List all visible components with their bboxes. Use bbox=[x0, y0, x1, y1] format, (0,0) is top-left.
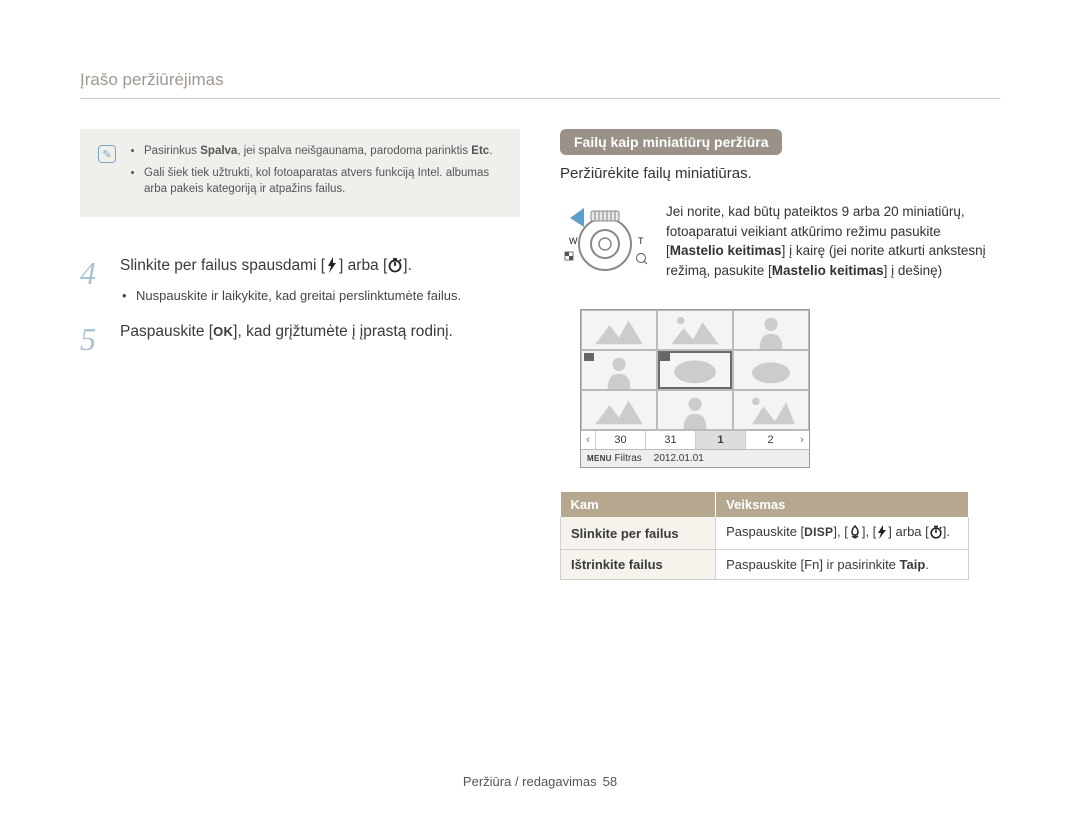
table-header: Veiksmas bbox=[716, 492, 969, 517]
thumb-cell bbox=[657, 390, 733, 430]
disp-button-label: DISP bbox=[804, 525, 833, 539]
timer-icon bbox=[387, 257, 403, 278]
thumb-cell-selected bbox=[657, 350, 733, 390]
dial-description: Jei norite, kad būtų pateiktos 9 arba 20… bbox=[666, 202, 1000, 289]
date-cell: 31 bbox=[645, 431, 695, 449]
step-number: 5 bbox=[80, 323, 106, 355]
step-body: Paspauskite [OK], kad grįžtumėte į įpras… bbox=[120, 323, 520, 355]
section-pill: Failų kaip miniatiūrų peržiūra bbox=[560, 129, 782, 155]
zoom-dial-illustration: W T bbox=[560, 202, 650, 289]
flash-icon bbox=[876, 525, 888, 542]
table-row-value: Paspauskite [DISP], [], [] arba []. bbox=[716, 517, 969, 550]
thumb-cell bbox=[733, 350, 809, 390]
step-number: 4 bbox=[80, 257, 106, 303]
page-footer: Peržiūra / redagavimas58 bbox=[0, 774, 1080, 789]
page-title: Įrašo peržiūrėjimas bbox=[80, 70, 1000, 99]
timer-icon bbox=[929, 525, 943, 542]
step-body: Slinkite per failus spausdami [] arba []… bbox=[120, 257, 520, 303]
date-cell: 2 bbox=[745, 431, 795, 449]
thumb-cell bbox=[733, 310, 809, 350]
thumb-cell bbox=[581, 310, 657, 350]
macro-icon bbox=[848, 525, 862, 542]
thumb-cell bbox=[581, 390, 657, 430]
table-row-label: Slinkite per failus bbox=[561, 517, 716, 550]
note-item: Pasirinkus Spalva, jei spalva neišgaunam… bbox=[144, 143, 502, 159]
w-label: W bbox=[569, 236, 578, 246]
note-icon: ✎ bbox=[98, 145, 116, 163]
filter-label: Filtras bbox=[615, 453, 642, 464]
note-item: Gali šiek tiek užtrukti, kol fotoaparata… bbox=[144, 165, 502, 197]
right-arrow-icon: › bbox=[795, 434, 809, 446]
note-box: ✎ Pasirinkus Spalva, jei spalva neišgaun… bbox=[80, 129, 520, 217]
date-value: 2012.01.01 bbox=[654, 453, 704, 464]
ok-button-label: OK bbox=[213, 324, 233, 339]
date-cell-active: 1 bbox=[695, 431, 745, 449]
fn-button-label: Fn bbox=[804, 557, 819, 572]
thumb-cell bbox=[581, 350, 657, 390]
menu-label: MENU bbox=[587, 454, 612, 463]
table-header: Kam bbox=[561, 492, 716, 517]
left-arrow-icon: ‹ bbox=[581, 434, 595, 446]
actions-table: Kam Veiksmas Slinkite per failus Paspaus… bbox=[560, 492, 969, 580]
table-row-value: Paspauskite [Fn] ir pasirinkite Taip. bbox=[716, 550, 969, 580]
step-subline: Nuspauskite ir laikykite, kad greitai pe… bbox=[136, 288, 520, 303]
thumbnail-preview: ‹ 30 31 1 2 › MENU Filtras 2012.01.01 bbox=[580, 309, 810, 468]
thumb-cell bbox=[733, 390, 809, 430]
date-cell: 30 bbox=[595, 431, 645, 449]
section-subtitle: Peržiūrėkite failų miniatiūras. bbox=[560, 165, 1000, 182]
flash-icon bbox=[325, 257, 339, 278]
t-label: T bbox=[638, 236, 644, 246]
table-row-label: Ištrinkite failus bbox=[561, 550, 716, 580]
thumb-cell bbox=[657, 310, 733, 350]
